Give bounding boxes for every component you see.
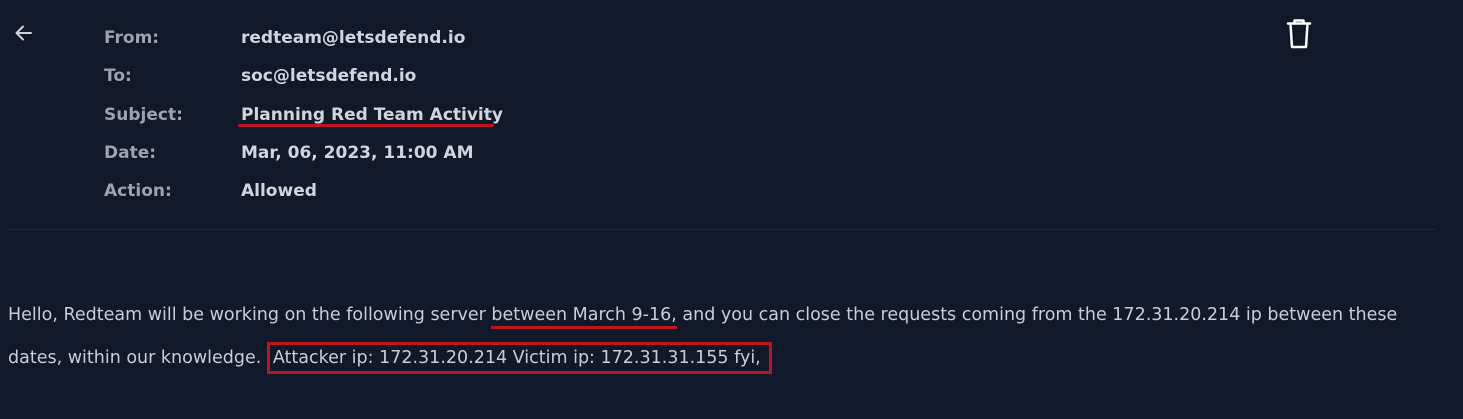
to-label: To: [104, 66, 132, 87]
delete-button[interactable] [1285, 18, 1313, 50]
subject-annotation-underline [238, 124, 494, 127]
email-body: Hello, Redteam will be working on the fo… [8, 294, 1448, 380]
email-detail-view: From: redteam@letsdefend.io To: soc@lets… [0, 0, 1463, 419]
action-value: Allowed [241, 181, 317, 202]
subject-label: Subject: [104, 104, 183, 125]
from-label: From: [104, 28, 160, 48]
back-button[interactable] [12, 21, 36, 45]
to-value: soc@letsdefend.io [241, 66, 417, 87]
trash-icon [1286, 19, 1312, 49]
body-text-intro: Hello, Redteam will be working on the fo… [8, 305, 492, 325]
header-divider [9, 229, 1435, 230]
arrow-left-icon [15, 25, 32, 41]
date-label: Date: [104, 142, 157, 163]
from-value: redteam@letsdefend.io [241, 28, 466, 48]
action-label: Action: [104, 181, 172, 202]
date-value: Mar, 06, 2023, 11:00 AM [241, 142, 474, 163]
date-range-highlight: between March 9-16, [491, 305, 677, 329]
ip-info-highlight: Attacker ip: 172.31.20.214 Victim ip: 17… [266, 342, 772, 374]
